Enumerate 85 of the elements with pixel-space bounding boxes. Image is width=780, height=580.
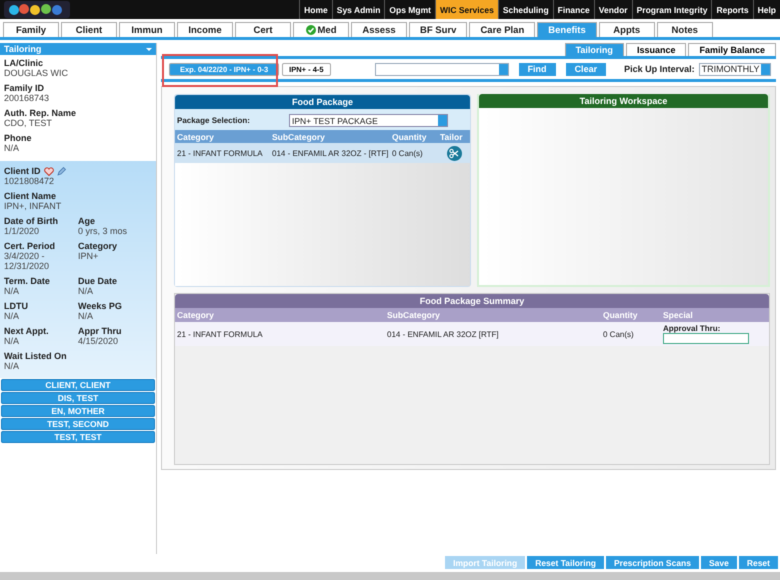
field-value: 0 yrs, 3 mos (78, 226, 128, 236)
panel-header: Food Package (175, 95, 470, 109)
field-value: N/A (78, 286, 94, 296)
field-value: IPN+, INFANT (4, 201, 62, 211)
nav-link[interactable]: WIC Services (434, 0, 498, 19)
column-header: Quantity (603, 310, 638, 320)
field-value: 1/1/2020 (4, 226, 40, 236)
panel-header: Food Package Summary (175, 294, 769, 308)
column-header: Tailor (440, 132, 464, 142)
field-label: Family ID (4, 83, 46, 93)
field-label: Client Name (4, 191, 58, 201)
field-label: Phone (4, 133, 33, 143)
tab[interactable]: Cert (235, 22, 291, 37)
table-cell-text: 21 - INFANT FORMULA (177, 148, 264, 158)
field-label: Due Date (78, 276, 118, 286)
nav-link[interactable]: Home (299, 0, 332, 19)
field-label: Term. Date (4, 276, 51, 286)
column-header: Category (177, 310, 215, 320)
column-header: SubCategory (272, 132, 326, 142)
column-header: Special (663, 310, 694, 320)
table-cell-text: 014 - ENFAMIL AR 32OZ [RTF] (387, 330, 500, 338)
tab[interactable]: Care Plan (469, 22, 536, 37)
tab[interactable]: Notes (656, 22, 713, 37)
nav-link[interactable]: Sys Admin (332, 0, 384, 19)
column-header: Category (177, 132, 215, 142)
tab[interactable]: Issuance (626, 43, 686, 56)
nav-link[interactable]: Finance (552, 0, 594, 19)
field-label: LA/Clinic (4, 58, 44, 68)
tab[interactable]: Immun (119, 22, 175, 37)
field-label: Weeks PG (78, 301, 123, 311)
field-label: Auth. Rep. Name (4, 108, 78, 118)
field-value: N/A (78, 311, 94, 321)
field-value: 4/15/2020 (78, 336, 120, 346)
package-select[interactable]: IPN+ TEST PACKAGE (289, 114, 448, 127)
table-cell-text: 0 Can(s) (603, 330, 635, 338)
field-label: Age (78, 216, 96, 226)
field-value: N/A (4, 361, 20, 371)
hands-logo-icon (4, 1, 70, 18)
field-value: CDO, TEST (4, 118, 53, 128)
nav-link[interactable]: Reports (711, 0, 753, 19)
select-field[interactable] (374, 62, 509, 76)
field-label: Category (78, 241, 118, 251)
field-value: 3/4/2020 - 12/31/2020 (4, 251, 50, 271)
field-label: Appr Thru (78, 326, 122, 336)
column-header: Quantity (392, 132, 428, 142)
nav-link[interactable]: Vendor (594, 0, 632, 19)
nav-link[interactable]: Program Integrity (632, 0, 712, 19)
check-icon (306, 25, 316, 35)
field-label: Client ID (4, 166, 41, 176)
field-value: 1021808472 (4, 176, 56, 186)
tab[interactable]: Client (61, 22, 117, 37)
field-label: LDTU (4, 301, 29, 311)
field-label: Approval Thru: (663, 324, 722, 333)
field-label: Date of Birth (4, 216, 59, 226)
scissors-icon[interactable] (446, 146, 462, 160)
table-cell-text: 0 Can(s) (392, 148, 424, 158)
tab[interactable]: Appts (598, 22, 655, 37)
field-value: N/A (4, 143, 20, 153)
field-label: Pick Up Interval: (624, 64, 695, 74)
field-value: 200168743 (4, 93, 50, 103)
tab[interactable]: Income (177, 22, 233, 37)
nav-link[interactable]: Help (752, 0, 780, 19)
tab[interactable]: Family Balance (688, 43, 776, 56)
interval-select[interactable]: TRIMONTHLY (698, 62, 771, 76)
field-value: IPN+ (78, 251, 100, 261)
tab[interactable]: Family (3, 22, 59, 37)
tab[interactable]: Med (293, 22, 349, 37)
field-value: N/A (4, 286, 20, 296)
field-value: DOUGLAS WIC (4, 68, 70, 78)
heart-icon (44, 166, 54, 176)
pencil-icon[interactable] (56, 166, 66, 176)
table-cell-text: 21 - INFANT FORMULA (177, 330, 264, 338)
field-value: N/A (4, 336, 20, 346)
nav-link[interactable]: Scheduling (498, 0, 553, 19)
field-label: Cert. Period (4, 241, 56, 251)
table-cell-text: 014 - ENFAMIL AR 32OZ - [RTF] (272, 148, 390, 158)
column-header: SubCategory (387, 310, 441, 320)
field-label: Wait Listed On (4, 351, 68, 361)
field-label: Package Selection: (177, 116, 251, 125)
field-value: N/A (4, 311, 20, 321)
approval-date-field[interactable] (663, 333, 749, 344)
tab[interactable]: Assess (351, 22, 407, 37)
tab[interactable]: BF Surv (409, 22, 468, 37)
field-label: Next Appt. (4, 326, 50, 336)
panel-header: Tailoring Workspace (479, 94, 768, 108)
